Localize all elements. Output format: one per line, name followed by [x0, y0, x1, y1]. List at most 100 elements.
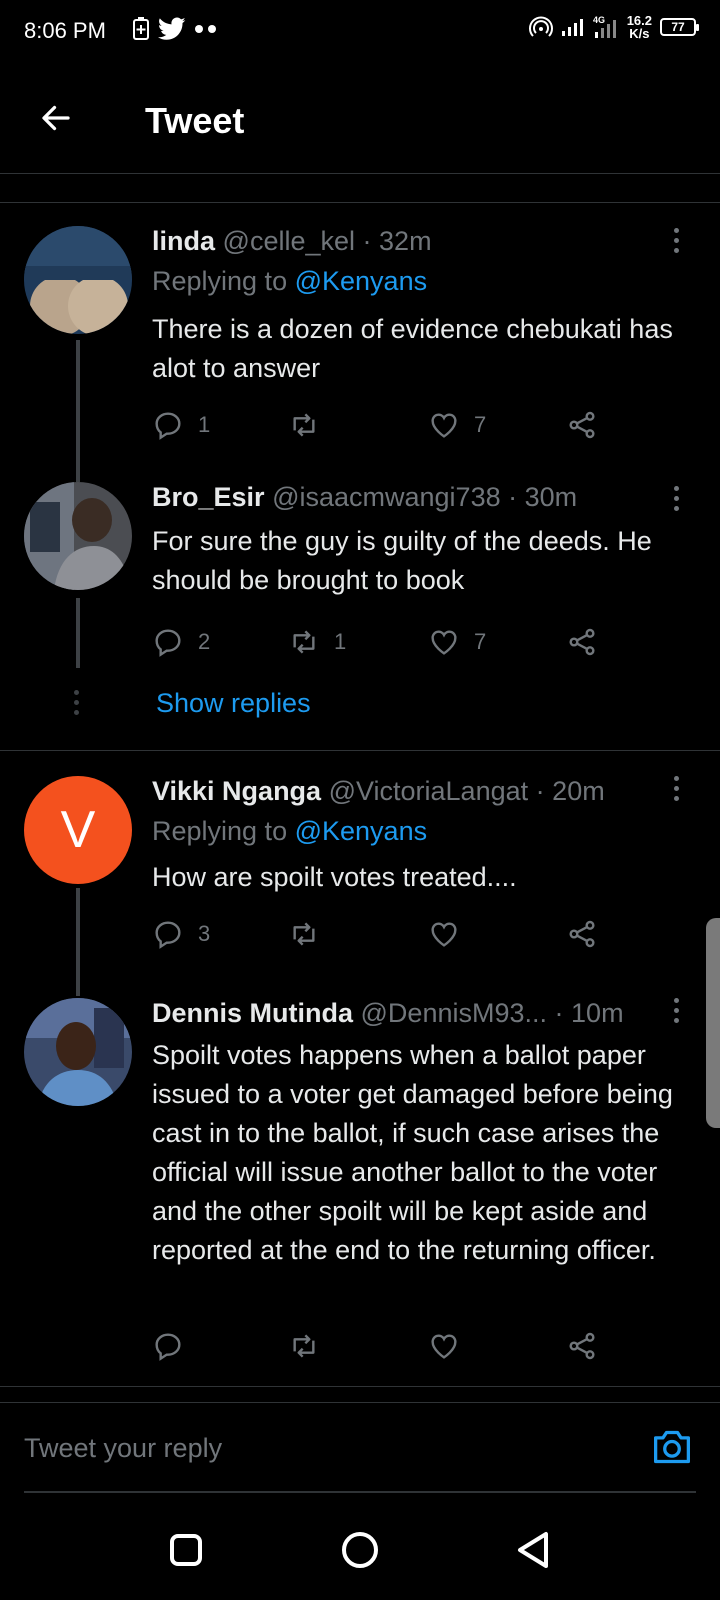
scrollbar-handle[interactable]: [706, 918, 720, 1128]
more-icon-dot: [674, 796, 679, 801]
recents-button[interactable]: [164, 1528, 208, 1572]
like-icon: [431, 413, 457, 438]
like-count: 7: [474, 629, 487, 654]
separator-dot: ·: [508, 482, 518, 512]
camera-button[interactable]: [650, 1427, 694, 1472]
tweet-text: There is a dozen of evidence chebukati h…: [152, 314, 673, 383]
author-name[interactable]: linda: [152, 226, 215, 256]
more-icon: [674, 998, 679, 1003]
reply-button[interactable]: 1: [152, 405, 210, 445]
tweet-header: Vikki Nganga @VictoriaLangat · 20m: [152, 776, 605, 807]
avatar-photo: [24, 482, 132, 590]
more-options-button[interactable]: [674, 998, 684, 1028]
separator-dot: ·: [554, 998, 564, 1028]
like-button[interactable]: [428, 914, 474, 954]
tweet-actions: 2 1 7: [152, 622, 622, 662]
reply-button[interactable]: 2: [152, 622, 210, 662]
reply-input[interactable]: Tweet your reply: [24, 1403, 634, 1493]
like-button[interactable]: 7: [428, 405, 486, 445]
tweet-text: Spoilt votes happens when a ballot paper…: [152, 1040, 673, 1265]
camera-icon: [654, 1430, 690, 1464]
battery-level: 77: [671, 20, 685, 34]
signal-4g-icon: 4G: [593, 15, 616, 38]
separator-dot: ·: [362, 226, 372, 256]
thread-line: [76, 340, 80, 482]
reply-button[interactable]: [152, 1326, 198, 1366]
share-button[interactable]: [566, 1326, 598, 1366]
back-arrow-icon: [42, 105, 70, 131]
retweet-button[interactable]: [288, 405, 334, 445]
status-bar: 8:06 PM 4G 16.2 K/s 77: [0, 0, 720, 64]
thread-line: [76, 888, 80, 996]
author-handle[interactable]: @isaacmwangi738: [272, 482, 501, 512]
back-button[interactable]: [34, 96, 78, 140]
avatar[interactable]: V: [24, 776, 132, 884]
tweet-header: Bro_Esir @isaacmwangi738 · 30m: [152, 482, 577, 513]
show-replies-link[interactable]: Show replies: [156, 688, 311, 719]
signal-icon: [561, 19, 583, 36]
author-name[interactable]: Bro_Esir: [152, 482, 265, 512]
author-handle[interactable]: @celle_kel: [223, 226, 355, 256]
reply-icon: [155, 412, 181, 440]
network-speed: 16.2 K/s: [627, 14, 652, 40]
twitter-bird-icon: [158, 17, 186, 40]
share-button[interactable]: [566, 622, 598, 662]
section-divider: [0, 202, 720, 203]
reply-button[interactable]: 3: [152, 914, 210, 954]
retweet-button[interactable]: [288, 1326, 334, 1366]
like-icon: [431, 630, 457, 655]
replying-to-mention[interactable]: @Kenyans: [295, 266, 427, 296]
more-icon-dot: [674, 506, 679, 511]
retweet-button[interactable]: 1: [288, 622, 346, 662]
separator-dot: ·: [535, 776, 545, 806]
more-options-button[interactable]: [674, 486, 684, 516]
retweet-count: 1: [334, 629, 347, 654]
tweet-time: 20m: [552, 776, 605, 806]
author-name[interactable]: Vikki Nganga: [152, 776, 321, 806]
reply-icon: [155, 1333, 181, 1361]
like-button[interactable]: 7: [428, 622, 486, 662]
share-icon: [569, 920, 595, 948]
more-icon: [674, 776, 679, 781]
home-button[interactable]: [338, 1528, 382, 1572]
reply-count: 3: [198, 921, 211, 946]
author-handle[interactable]: @VictoriaLangat: [329, 776, 529, 806]
replying-to-label: Replying to: [152, 816, 288, 846]
like-icon: [431, 1334, 457, 1359]
more-options-button[interactable]: [674, 228, 684, 258]
share-button[interactable]: [566, 405, 598, 445]
tweet-time: 10m: [571, 998, 624, 1028]
reply-icon: [155, 629, 181, 657]
status-left-icons: [132, 17, 218, 41]
status-right-icons: 4G 16.2 K/s 77: [528, 14, 699, 40]
back-nav-button[interactable]: [512, 1528, 556, 1572]
tweet-header: Dennis Mutinda @DennisM93... · 10m: [152, 998, 624, 1029]
battery-icon: 77: [660, 18, 699, 36]
dot: [74, 700, 79, 705]
more-icon-dot: [674, 1018, 679, 1023]
replying-to-label: Replying to: [152, 266, 288, 296]
system-navigation-bar: [0, 1500, 720, 1600]
dot: [74, 690, 79, 695]
reply-icon: [155, 921, 181, 949]
tweet-time: 32m: [379, 226, 432, 256]
avatar[interactable]: [24, 482, 132, 590]
share-button[interactable]: [566, 914, 598, 954]
network-speed-unit: K/s: [629, 26, 650, 41]
like-button[interactable]: [428, 1326, 474, 1366]
top-app-bar: Tweet: [0, 64, 720, 174]
section-divider: [0, 1386, 720, 1387]
more-options-button[interactable]: [674, 776, 684, 806]
author-name[interactable]: Dennis Mutinda: [152, 998, 353, 1028]
replying-to-mention[interactable]: @Kenyans: [295, 816, 427, 846]
share-icon: [569, 1332, 595, 1360]
tweet-actions: 1 7: [152, 405, 622, 445]
tweet-actions: 3: [152, 914, 622, 954]
section-divider: [0, 750, 720, 751]
thread-continuation-dots: [74, 690, 79, 720]
avatar[interactable]: [24, 226, 132, 334]
battery-saver-icon: [133, 17, 149, 40]
author-handle[interactable]: @DennisM93...: [361, 998, 547, 1028]
retweet-button[interactable]: [288, 914, 334, 954]
avatar[interactable]: [24, 998, 132, 1106]
